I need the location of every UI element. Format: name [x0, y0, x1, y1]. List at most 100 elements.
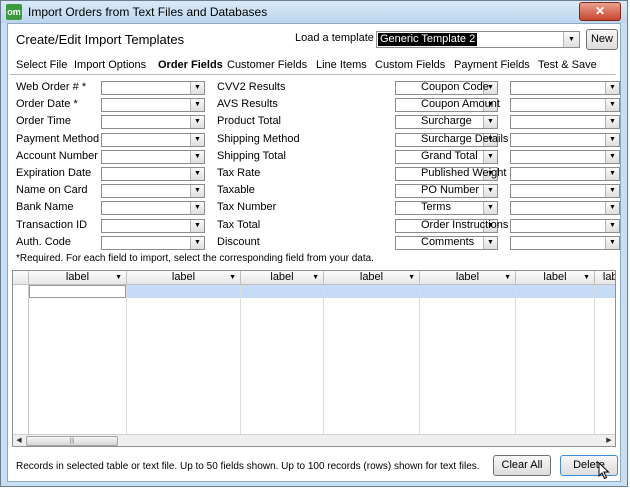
chevron-down-icon[interactable]: ▼: [605, 168, 619, 180]
chevron-down-icon[interactable]: ▼: [483, 150, 497, 163]
field-mapping-select[interactable]: ▼: [101, 167, 205, 181]
chevron-down-icon[interactable]: ▼: [483, 116, 497, 129]
chevron-down-icon[interactable]: ▼: [605, 185, 619, 198]
column-header-label: label: [171, 271, 196, 283]
chevron-down-icon[interactable]: ▼: [605, 202, 619, 215]
field-mapping-select[interactable]: ▼: [510, 201, 620, 216]
chevron-down-icon[interactable]: ▼: [190, 150, 204, 163]
column-header[interactable]: label ▼: [29, 271, 127, 285]
chevron-down-icon[interactable]: ▼: [190, 219, 204, 232]
chevron-down-icon[interactable]: ▼: [190, 133, 204, 146]
field-label: AVS Results: [217, 98, 278, 111]
column-header[interactable]: label ▼: [420, 271, 516, 285]
tab-select-file[interactable]: Select File: [16, 59, 67, 71]
scroll-left-icon[interactable]: ◀: [13, 435, 25, 446]
column-header[interactable]: label▼: [595, 271, 615, 285]
chevron-down-icon[interactable]: ▼: [190, 202, 204, 215]
tab-test-save[interactable]: Test & Save: [538, 59, 597, 71]
field-mapping-select[interactable]: ▼: [510, 218, 620, 233]
field-mapping-select[interactable]: ▼: [101, 98, 205, 113]
field-mapping-select[interactable]: ▼: [101, 235, 205, 250]
column-header[interactable]: label▼: [241, 271, 324, 285]
chevron-down-icon[interactable]: ▼: [605, 236, 619, 249]
field-mapping-select[interactable]: ▼: [510, 81, 620, 95]
close-window-button[interactable]: ✕: [579, 2, 621, 21]
field-mapping-select[interactable]: ▼: [101, 218, 205, 233]
chevron-down-icon[interactable]: ▼: [583, 271, 590, 284]
page-title: Create/Edit Import Templates: [16, 32, 185, 47]
chevron-down-icon[interactable]: ▼: [605, 82, 619, 94]
chevron-down-icon[interactable]: ▼: [190, 82, 204, 94]
new-template-button[interactable]: New: [586, 29, 618, 50]
chevron-down-icon[interactable]: ▼: [605, 116, 619, 129]
tab-import-options[interactable]: Import Options: [74, 59, 146, 71]
field-label: PO Number: [421, 184, 480, 197]
field-label: Grand Total: [421, 149, 478, 162]
tab-line-items[interactable]: Line Items: [316, 59, 367, 71]
chevron-down-icon[interactable]: ▼: [190, 168, 204, 180]
template-select[interactable]: Generic Template 2 ▼: [376, 31, 580, 48]
tab-custom-fields[interactable]: Custom Fields: [375, 59, 445, 71]
scroll-right-icon[interactable]: ▶: [603, 435, 615, 446]
chevron-down-icon[interactable]: ▼: [483, 236, 497, 249]
column-header-label: label: [602, 271, 615, 283]
window-title: Import Orders from Text Files and Databa…: [28, 5, 268, 19]
field-mapping-select[interactable]: ▼: [510, 132, 620, 147]
field-mapping-select[interactable]: ▼: [101, 184, 205, 199]
field-mapping-select[interactable]: ▼: [101, 115, 205, 130]
records-info-text: Records in selected table or text file. …: [16, 461, 480, 472]
tab-order-fields[interactable]: Order Fields: [158, 59, 223, 71]
field-label: Taxable: [217, 184, 255, 197]
tab-payment-fields[interactable]: Payment Fields: [454, 59, 530, 71]
chevron-down-icon[interactable]: ▼: [190, 236, 204, 249]
field-mapping-select[interactable]: ▼: [510, 167, 620, 181]
field-mapping-select[interactable]: ▼: [510, 184, 620, 199]
field-mapping-select[interactable]: ▼: [510, 149, 620, 164]
column-header[interactable]: label ▼: [127, 271, 241, 285]
horizontal-scrollbar[interactable]: ◀ ||| ▶: [13, 434, 615, 446]
chevron-down-icon[interactable]: ▼: [483, 185, 497, 198]
field-mapping-select[interactable]: ▼: [510, 98, 620, 113]
field-label: Coupon Code: [421, 81, 489, 93]
field-label: Bank Name: [16, 201, 74, 214]
column-header-label: label: [65, 271, 90, 283]
chevron-down-icon[interactable]: ▼: [190, 116, 204, 129]
clear-all-button[interactable]: Clear All: [493, 455, 551, 476]
chevron-down-icon[interactable]: ▼: [483, 202, 497, 215]
field-label: Shipping Total: [217, 149, 286, 162]
data-preview-grid[interactable]: label ▼ label ▼ label ▼ label ▼ label ▼ label ▼ labe…: [12, 270, 616, 447]
field-mapping-select[interactable]: ▼: [101, 81, 205, 95]
load-template-label: Load a template: [295, 32, 374, 44]
chevron-down-icon[interactable]: ▼: [229, 271, 236, 284]
column-header[interactable]: label▼: [324, 271, 420, 285]
chevron-down-icon[interactable]: ▼: [312, 271, 319, 284]
chevron-down-icon[interactable]: ▼: [190, 99, 204, 112]
chevron-down-icon[interactable]: ▼: [605, 219, 619, 232]
field-mapping-select[interactable]: ▼: [101, 132, 205, 147]
chevron-down-icon[interactable]: ▼: [504, 271, 511, 284]
chevron-down-icon[interactable]: ▼: [115, 271, 122, 284]
grid-cell-editor[interactable]: [29, 285, 126, 298]
grid-column-line: [240, 285, 241, 435]
chevron-down-icon[interactable]: ▼: [563, 32, 579, 47]
field-label: Auth. Code: [16, 235, 72, 248]
field-mapping-select[interactable]: ▼: [101, 201, 205, 216]
grid-column-line: [419, 285, 420, 435]
import-orders-window: om Import Orders from Text Files and Dat…: [0, 0, 628, 487]
column-header[interactable]: label▼: [516, 271, 595, 285]
field-mapping-select[interactable]: ▼: [510, 235, 620, 250]
field-mapping-select[interactable]: ▼: [101, 149, 205, 164]
grid-column-line: [594, 285, 595, 435]
chevron-down-icon[interactable]: ▼: [605, 99, 619, 112]
field-label: Surcharge: [421, 115, 472, 128]
column-header-label: label: [455, 271, 480, 283]
field-mapping-select[interactable]: ▼: [510, 115, 620, 130]
scroll-thumb[interactable]: |||: [26, 436, 118, 446]
chevron-down-icon[interactable]: ▼: [408, 271, 415, 284]
field-label: Surcharge Details: [421, 132, 509, 145]
chevron-down-icon[interactable]: ▼: [190, 185, 204, 198]
chevron-down-icon[interactable]: ▼: [605, 150, 619, 163]
tab-customer-fields[interactable]: Customer Fields: [227, 59, 307, 71]
field-label: Coupon Amount: [421, 98, 500, 111]
chevron-down-icon[interactable]: ▼: [605, 133, 619, 146]
